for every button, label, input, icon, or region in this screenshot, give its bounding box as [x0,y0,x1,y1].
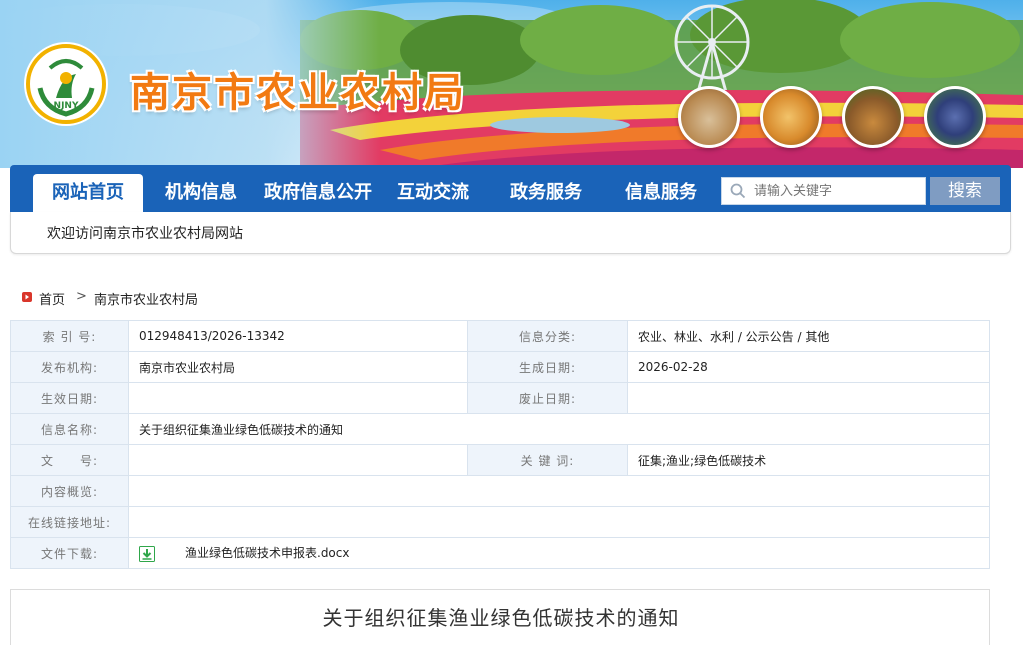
header-banner: NJNY 南京市农业农村局 [0,0,1023,168]
breadcrumb-home[interactable]: 首页 [39,289,65,308]
search-button[interactable]: 搜索 [930,177,1000,205]
info-name-value: 关于组织征集渔业绿色低碳技术的通知 [128,413,990,445]
mushroom-photo [842,86,904,148]
article-panel: 关于组织征集渔业绿色低碳技术的通知 [10,589,990,645]
site-logo[interactable]: NJNY [26,44,106,124]
category-label: 信息分类: [467,320,628,352]
effective-date-value [128,382,468,414]
download-file-link[interactable]: 渔业绿色低碳技术申报表.docx [185,546,349,560]
logo-text: NJNY [54,101,79,111]
nav-item-services[interactable]: 政务服务 [503,174,589,212]
keywords-value: 征集;渔业;绿色低碳技术 [627,444,990,476]
download-cell: 渔业绿色低碳技术申报表.docx [128,537,990,569]
effective-date-label: 生效日期: [10,382,129,414]
location-icon [22,292,32,302]
main-nav: 网站首页 机构信息 政府信息公开 互动交流 政务服务 信息服务 搜索 [10,165,1011,212]
article-title: 关于组织征集渔业绿色低碳技术的通知 [322,606,680,630]
publisher-label: 发布机构: [10,351,129,383]
breadcrumb-current[interactable]: 南京市农业农村局 [94,289,198,308]
created-date-label: 生成日期: [467,351,628,383]
breadcrumb-separator: > [76,289,87,304]
download-icon[interactable] [139,545,155,562]
keywords-label: 关 键 词: [467,444,628,476]
table-row: 在线链接地址: [10,506,990,538]
table-row: 文件下载: 渔业绿色低碳技术申报表.docx [10,537,990,569]
summary-value [128,475,990,507]
welcome-text: 欢迎访问南京市农业农村局网站 [47,226,243,242]
welcome-bar: 欢迎访问南京市农业农村局网站 [10,212,1011,254]
nav-item-interaction[interactable]: 互动交流 [390,174,476,212]
info-name-label: 信息名称: [10,413,129,445]
nav-item-home[interactable]: 网站首页 [33,174,143,212]
search-box [721,177,926,205]
online-link-value [128,506,990,538]
info-metadata-table: 索 引 号: 012948413/2026-13342 信息分类: 农业、林业、… [10,320,990,569]
doc-number-label: 文 号: [10,444,129,476]
food-photo [760,86,822,148]
abolished-date-value [627,382,990,414]
table-row: 内容概览: [10,475,990,507]
search-input[interactable] [754,181,922,201]
table-row: 生效日期: 废止日期: [10,382,990,414]
blueberry-photo [924,86,986,148]
search-icon [730,183,746,199]
site-title: 南京市农业农村局 [130,69,466,116]
logo-emblem-icon: NJNY [32,50,100,118]
index-label: 索 引 号: [10,320,129,352]
abolished-date-label: 废止日期: [467,382,628,414]
table-row: 发布机构: 南京市农业农村局 生成日期: 2026-02-28 [10,351,990,383]
table-row: 信息名称: 关于组织征集渔业绿色低碳技术的通知 [10,413,990,445]
summary-label: 内容概览: [10,475,129,507]
online-link-label: 在线链接地址: [10,506,129,538]
nav-item-gov-info[interactable]: 政府信息公开 [260,174,376,212]
table-row: 文 号: 关 键 词: 征集;渔业;绿色低碳技术 [10,444,990,476]
created-date-value: 2026-02-28 [627,351,990,383]
download-label: 文件下载: [10,537,129,569]
rice-photo [678,86,740,148]
doc-number-value [128,444,468,476]
table-row: 索 引 号: 012948413/2026-13342 信息分类: 农业、林业、… [10,320,990,352]
index-value: 012948413/2026-13342 [128,320,468,352]
nav-item-info-services[interactable]: 信息服务 [618,174,704,212]
nav-item-organization[interactable]: 机构信息 [158,174,244,212]
category-value: 农业、林业、水利 / 公示公告 / 其他 [627,320,990,352]
publisher-value: 南京市农业农村局 [128,351,468,383]
